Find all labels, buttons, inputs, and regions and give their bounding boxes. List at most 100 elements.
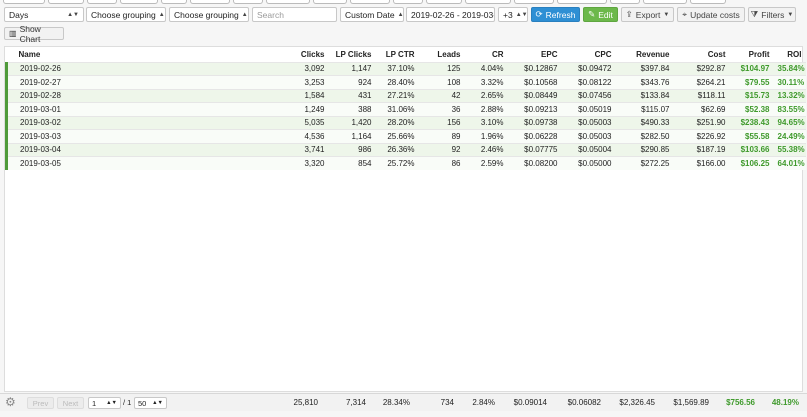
cell-name: 2019-03-02 xyxy=(5,115,221,130)
caret-down-icon: ▼ xyxy=(663,11,670,18)
cell-cpc: $0.05004 xyxy=(561,142,616,157)
grouping-2-value: Choose grouping xyxy=(174,9,239,20)
filters-label: Filters xyxy=(761,9,785,20)
cell-clicks: 3,092 xyxy=(220,61,329,76)
top-tab-strip xyxy=(0,0,807,5)
cell-lp-ctr: 28.40% xyxy=(375,75,419,89)
cell-cpc: $0.05003 xyxy=(561,129,616,143)
cell-cr: 2.59% xyxy=(464,156,508,170)
caret-down-icon: ▼ xyxy=(787,11,794,18)
gear-icon[interactable]: ⚙ xyxy=(5,396,18,409)
show-chart-label: Show Chart xyxy=(19,23,41,44)
cell-lp-ctr: 37.10% xyxy=(375,61,419,76)
table-row[interactable]: 2019-02-28 1,584 431 27.21% 42 2.65% $0.08449 $… xyxy=(5,88,806,103)
export-icon: ⇪ xyxy=(625,9,633,19)
cell-lp-clicks: 431 xyxy=(328,88,376,103)
col-header[interactable]: Name xyxy=(7,47,221,62)
col-header[interactable]: CPC xyxy=(562,47,616,62)
col-header[interactable]: Clicks xyxy=(221,47,329,62)
cell-name: 2019-03-01 xyxy=(5,102,221,116)
col-header[interactable]: Cost xyxy=(674,47,730,62)
header-row: Name Clicks LP Clicks LP CTR Leads CR EP… xyxy=(7,47,806,62)
col-header[interactable]: ROI xyxy=(774,47,806,62)
grouping-select-2[interactable]: Choose grouping▲▼ xyxy=(169,7,249,22)
refresh-button[interactable]: ⟳ Refresh xyxy=(531,7,580,22)
cell-cr: 3.32% xyxy=(464,75,508,89)
cell-lp-clicks: 924 xyxy=(328,75,376,89)
days-select[interactable]: Days ▲▼ xyxy=(4,7,84,22)
total-cost: $1,569.89 xyxy=(673,398,709,407)
col-header[interactable]: Leads xyxy=(419,47,465,62)
col-header[interactable]: Revenue xyxy=(616,47,674,62)
cell-name: 2019-03-05 xyxy=(5,156,221,170)
table-row[interactable]: 2019-03-01 1,249 388 31.06% 36 2.88% $0.09213 $… xyxy=(5,102,806,116)
col-header[interactable]: LP CTR xyxy=(376,47,419,62)
cell-cost: $292.87 xyxy=(673,61,730,76)
cell-leads: 108 xyxy=(418,75,465,89)
chevron-down-icon: ▲▼ xyxy=(397,11,404,18)
cell-revenue: $397.84 xyxy=(615,61,674,76)
total-lp-ctr: 28.34% xyxy=(382,398,410,407)
refresh-icon: ⟳ xyxy=(535,9,543,19)
export-button[interactable]: ⇪ Export ▼ xyxy=(621,7,674,22)
date-range-input[interactable]: 2019-02-26 - 2019-03-05 xyxy=(406,7,495,22)
cell-name: 2019-02-26 xyxy=(5,61,221,76)
table-row[interactable]: 2019-02-26 3,092 1,147 37.10% 125 4.04% $0.128… xyxy=(5,61,806,76)
cell-cr: 3.10% xyxy=(464,115,508,130)
cell-roi: 64.01% xyxy=(773,156,806,170)
search-placeholder: Search xyxy=(257,9,284,20)
show-chart-button[interactable]: ▥ Show Chart xyxy=(4,24,64,44)
cell-roi: 83.55% xyxy=(773,102,806,116)
search-input[interactable]: Search xyxy=(252,7,337,22)
cell-name: 2019-03-04 xyxy=(5,142,221,157)
total-leads: 734 xyxy=(440,398,454,407)
cell-cost: $264.21 xyxy=(673,75,730,89)
cell-clicks: 4,536 xyxy=(220,129,329,143)
col-header[interactable]: LP Clicks xyxy=(329,47,376,62)
edit-button[interactable]: ✎ Edit xyxy=(583,7,618,22)
page-select[interactable]: 1 ▲▼ xyxy=(88,397,121,409)
cell-lp-ctr: 25.72% xyxy=(375,156,419,170)
cell-lp-clicks: 388 xyxy=(328,102,376,116)
table-row[interactable]: 2019-03-05 3,320 854 25.72% 86 2.59% $0.08200 $… xyxy=(5,156,806,170)
cell-name: 2019-02-28 xyxy=(5,88,221,103)
cell-epc: $0.09213 xyxy=(507,102,562,116)
grouping-select-1[interactable]: Choose grouping▲▼ xyxy=(86,7,166,22)
update-costs-label: Update costs xyxy=(690,9,740,20)
table-row[interactable]: 2019-03-03 4,536 1,164 25.66% 89 1.96% $0.0622… xyxy=(5,129,806,143)
cell-clicks: 5,035 xyxy=(220,115,329,130)
cell-cpc: $0.05003 xyxy=(561,115,616,130)
cell-name: 2019-02-27 xyxy=(5,75,221,89)
cell-cr: 2.88% xyxy=(464,102,508,116)
col-header[interactable]: Profit xyxy=(730,47,774,62)
refresh-label: Refresh xyxy=(545,9,576,20)
cell-clicks: 3,253 xyxy=(220,75,329,89)
table-row[interactable]: 2019-02-27 3,253 924 28.40% 108 3.32% $0.10568… xyxy=(5,75,806,89)
edit-label: Edit xyxy=(598,9,613,20)
cell-revenue: $282.50 xyxy=(615,129,674,143)
timezone-select[interactable]: +3 ▲▼ xyxy=(498,7,528,22)
cell-epc: $0.09738 xyxy=(507,115,562,130)
cell-lp-ctr: 31.06% xyxy=(375,102,419,116)
col-header[interactable]: CR xyxy=(465,47,508,62)
cell-epc: $0.12867 xyxy=(507,61,562,76)
cell-revenue: $290.85 xyxy=(615,142,674,157)
cell-leads: 92 xyxy=(418,142,465,157)
filters-button[interactable]: ⧩ Filters ▼ xyxy=(748,7,796,22)
table-row[interactable]: 2019-03-04 3,741 986 26.36% 92 2.46% $0.07775 $… xyxy=(5,142,806,157)
timezone-value: +3 xyxy=(503,9,513,20)
next-page-button[interactable]: Next xyxy=(57,397,84,409)
prev-page-button[interactable]: Prev xyxy=(27,397,54,409)
page-size-select[interactable]: 50 ▲▼ xyxy=(134,397,167,409)
cell-revenue: $343.76 xyxy=(615,75,674,89)
col-header[interactable]: EPC xyxy=(508,47,562,62)
cell-leads: 86 xyxy=(418,156,465,170)
table-row[interactable]: 2019-03-02 5,035 1,420 28.20% 156 3.10% $0.097… xyxy=(5,115,806,130)
cell-cost: $187.19 xyxy=(673,142,730,157)
cell-lp-ctr: 28.20% xyxy=(375,115,419,130)
update-costs-button[interactable]: ⌖ Update costs xyxy=(677,7,745,22)
date-preset-select[interactable]: Custom Date▲▼ xyxy=(340,7,404,22)
page-size-value: 50 xyxy=(138,398,147,408)
total-cr: 2.84% xyxy=(472,398,495,407)
cell-lp-clicks: 1,164 xyxy=(328,129,376,143)
